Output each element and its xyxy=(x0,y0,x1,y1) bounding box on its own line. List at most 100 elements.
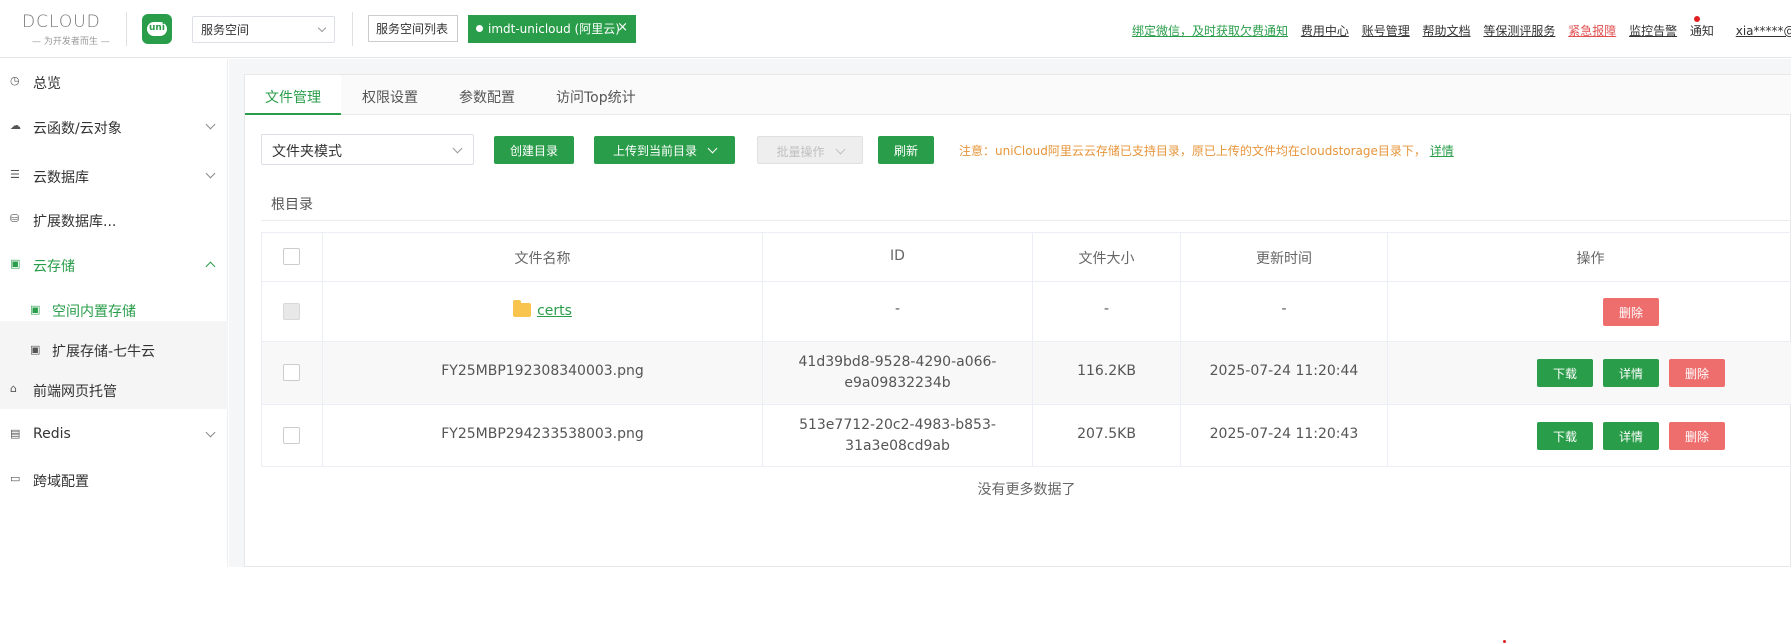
sidebar-item-label: 云函数/云对象 xyxy=(33,121,122,137)
file-name-cell: certs xyxy=(323,282,763,342)
upload-button[interactable]: 上传到当前目录 xyxy=(594,136,735,164)
chevron-down-icon xyxy=(205,119,216,130)
file-id-cell: - xyxy=(763,282,1033,342)
bind-wechat-link[interactable]: 绑定微信，及时获取欠费通知 xyxy=(1132,24,1288,38)
header-divider xyxy=(126,12,127,46)
storage-icon: ▣ xyxy=(10,257,21,270)
sidebar-item-overview[interactable]: ◷ 总览 xyxy=(0,64,228,100)
actions-cell: 下载 详情 删除 xyxy=(1388,405,1791,467)
close-icon[interactable]: × xyxy=(617,20,628,35)
detail-button[interactable]: 详情 xyxy=(1603,359,1659,387)
tab-file-management[interactable]: 文件管理 xyxy=(265,87,321,107)
database-icon: ⛁ xyxy=(10,212,20,225)
sidebar-item-label: 扩展数据库... xyxy=(33,214,117,230)
sidebar-item-label: 云存储 xyxy=(33,259,75,275)
column-header-name[interactable]: 文件名称 xyxy=(323,233,763,282)
space-list-button[interactable]: 服务空间列表 xyxy=(368,15,458,42)
tab-access-top[interactable]: 访问Top统计 xyxy=(556,87,636,107)
breadcrumb: 根目录 xyxy=(261,185,1791,221)
refresh-button[interactable]: 刷新 xyxy=(878,136,934,164)
chevron-down-icon xyxy=(205,168,216,179)
tab-permissions[interactable]: 权限设置 xyxy=(362,87,418,107)
delete-button[interactable]: 删除 xyxy=(1603,298,1659,326)
column-header-actions: 操作 xyxy=(1388,233,1791,282)
monitor-alert-link[interactable]: 监控告警 xyxy=(1629,24,1677,38)
actions-cell: 下载 详情 删除 xyxy=(1388,342,1791,405)
row-checkbox xyxy=(283,303,300,320)
select-all-checkbox[interactable] xyxy=(283,248,300,265)
sidebar-item-cors[interactable]: ▭ 跨域配置 xyxy=(0,462,228,498)
actions-cell: 删除 xyxy=(1388,282,1791,342)
sidebar-subitem-builtin-storage[interactable]: ▣ 空间内置存储 xyxy=(0,292,228,328)
row-checkbox[interactable] xyxy=(283,427,300,444)
top-header: DCLOUD — 为开发者而生 — uni 服务空间 服务空间列表 imdt-u… xyxy=(0,0,1791,58)
delete-button[interactable]: 删除 xyxy=(1669,422,1725,450)
sidebar-item-redis[interactable]: ▤ Redis xyxy=(0,417,228,453)
sidebar-item-label: 总览 xyxy=(33,76,61,92)
column-header-time: 更新时间 xyxy=(1181,233,1388,282)
uni-logo-icon: uni xyxy=(142,14,172,44)
delete-button[interactable]: 删除 xyxy=(1669,359,1725,387)
cors-icon: ▭ xyxy=(10,472,21,485)
notice-details-link[interactable]: 详情 xyxy=(1430,144,1454,158)
select-all-cell xyxy=(262,233,323,282)
security-eval-link[interactable]: 等保测评服务 xyxy=(1483,24,1555,38)
notice-text: 注意：uniCloud阿里云云存储已支持目录，原已上传的文件均在cloudsto… xyxy=(959,144,1426,158)
file-time-cell: - xyxy=(1181,282,1388,342)
help-docs-link[interactable]: 帮助文档 xyxy=(1423,24,1471,38)
sidebar-item-cloud-storage[interactable]: ▣ 云存储 xyxy=(0,247,228,283)
logo-slogan: — 为开发者而生 — xyxy=(32,37,110,47)
storage-icon: ▣ xyxy=(30,343,41,356)
dcloud-logo[interactable]: DCLOUD — 为开发者而生 — xyxy=(22,10,114,50)
sidebar-item-label: 跨域配置 xyxy=(33,474,89,490)
space-type-select[interactable]: 服务空间 xyxy=(192,16,335,43)
sidebar-subitem-qiniu-storage[interactable]: ▣ 扩展存储-七牛云 xyxy=(0,332,228,368)
batch-operations-button[interactable]: 批量操作 xyxy=(757,136,863,164)
active-space-label: imdt-unicloud (阿里云) xyxy=(488,22,620,36)
sidebar: ◷ 总览 ☁ 云函数/云对象 ☰ 云数据库 ⛁ 扩展数据库... ▣ 云存储 ▣… xyxy=(0,59,228,567)
detail-button[interactable]: 详情 xyxy=(1603,422,1659,450)
emergency-report-link[interactable]: 紧急报障 xyxy=(1568,24,1616,38)
file-size-cell: - xyxy=(1033,282,1181,342)
billing-link[interactable]: 费用中心 xyxy=(1301,24,1349,38)
folder-link[interactable]: certs xyxy=(537,303,572,319)
web-icon: ⌂ xyxy=(10,382,17,395)
view-mode-select[interactable]: 文件夹模式 xyxy=(261,134,474,165)
cloud-icon: ☁ xyxy=(10,119,21,132)
status-dot-icon xyxy=(476,25,483,32)
tab-bar: 文件管理 权限设置 参数配置 访问Top统计 xyxy=(245,75,1791,115)
list-icon: ☰ xyxy=(10,168,20,181)
storage-icon: ▣ xyxy=(30,303,41,316)
create-directory-button[interactable]: 创建目录 xyxy=(494,136,574,164)
file-time-cell: 2025-07-24 11:20:44 xyxy=(1181,342,1388,405)
column-header-size: 文件大小 xyxy=(1033,233,1181,282)
chevron-down-icon xyxy=(452,143,463,154)
user-account-link[interactable]: xia*****@inno xyxy=(1736,24,1791,38)
download-button[interactable]: 下载 xyxy=(1537,422,1593,450)
row-checkbox[interactable] xyxy=(283,364,300,381)
file-name-cell: FY25MBP192308340003.png xyxy=(323,342,763,405)
download-button[interactable]: 下载 xyxy=(1537,359,1593,387)
breadcrumb-root[interactable]: 根目录 xyxy=(271,194,313,214)
clock-icon: ◷ xyxy=(10,74,20,87)
sidebar-item-web-hosting[interactable]: ⌂ 前端网页托管 xyxy=(0,372,228,408)
sidebar-item-label: 前端网页托管 xyxy=(33,384,117,400)
notify-link[interactable]: 通知 xyxy=(1690,24,1714,38)
sidebar-item-cloud-functions[interactable]: ☁ 云函数/云对象 xyxy=(0,109,228,145)
chevron-down-icon xyxy=(205,427,216,438)
file-id-cell: 513e7712-20c2-4983-b853- 31a3e08cd9ab xyxy=(763,405,1033,467)
column-header-id: ID xyxy=(763,233,1033,282)
sidebar-subitem-label: 空间内置存储 xyxy=(52,304,136,320)
account-link[interactable]: 账号管理 xyxy=(1362,24,1410,38)
file-time-cell: 2025-07-24 11:20:43 xyxy=(1181,405,1388,467)
no-more-data-label: 没有更多数据了 xyxy=(977,482,1076,498)
sidebar-item-cloud-database[interactable]: ☰ 云数据库 xyxy=(0,158,228,194)
tab-parameters[interactable]: 参数配置 xyxy=(459,87,515,107)
sidebar-item-extended-database[interactable]: ⛁ 扩展数据库... xyxy=(0,202,228,238)
sidebar-subitem-label: 扩展存储-七牛云 xyxy=(52,344,156,360)
chevron-down-icon xyxy=(835,144,845,155)
redis-icon: ▤ xyxy=(10,427,21,440)
notify-badge xyxy=(1694,16,1700,22)
active-space-tag[interactable]: imdt-unicloud (阿里云) × xyxy=(468,15,636,43)
file-name-cell: FY25MBP294233538003.png xyxy=(323,405,763,467)
